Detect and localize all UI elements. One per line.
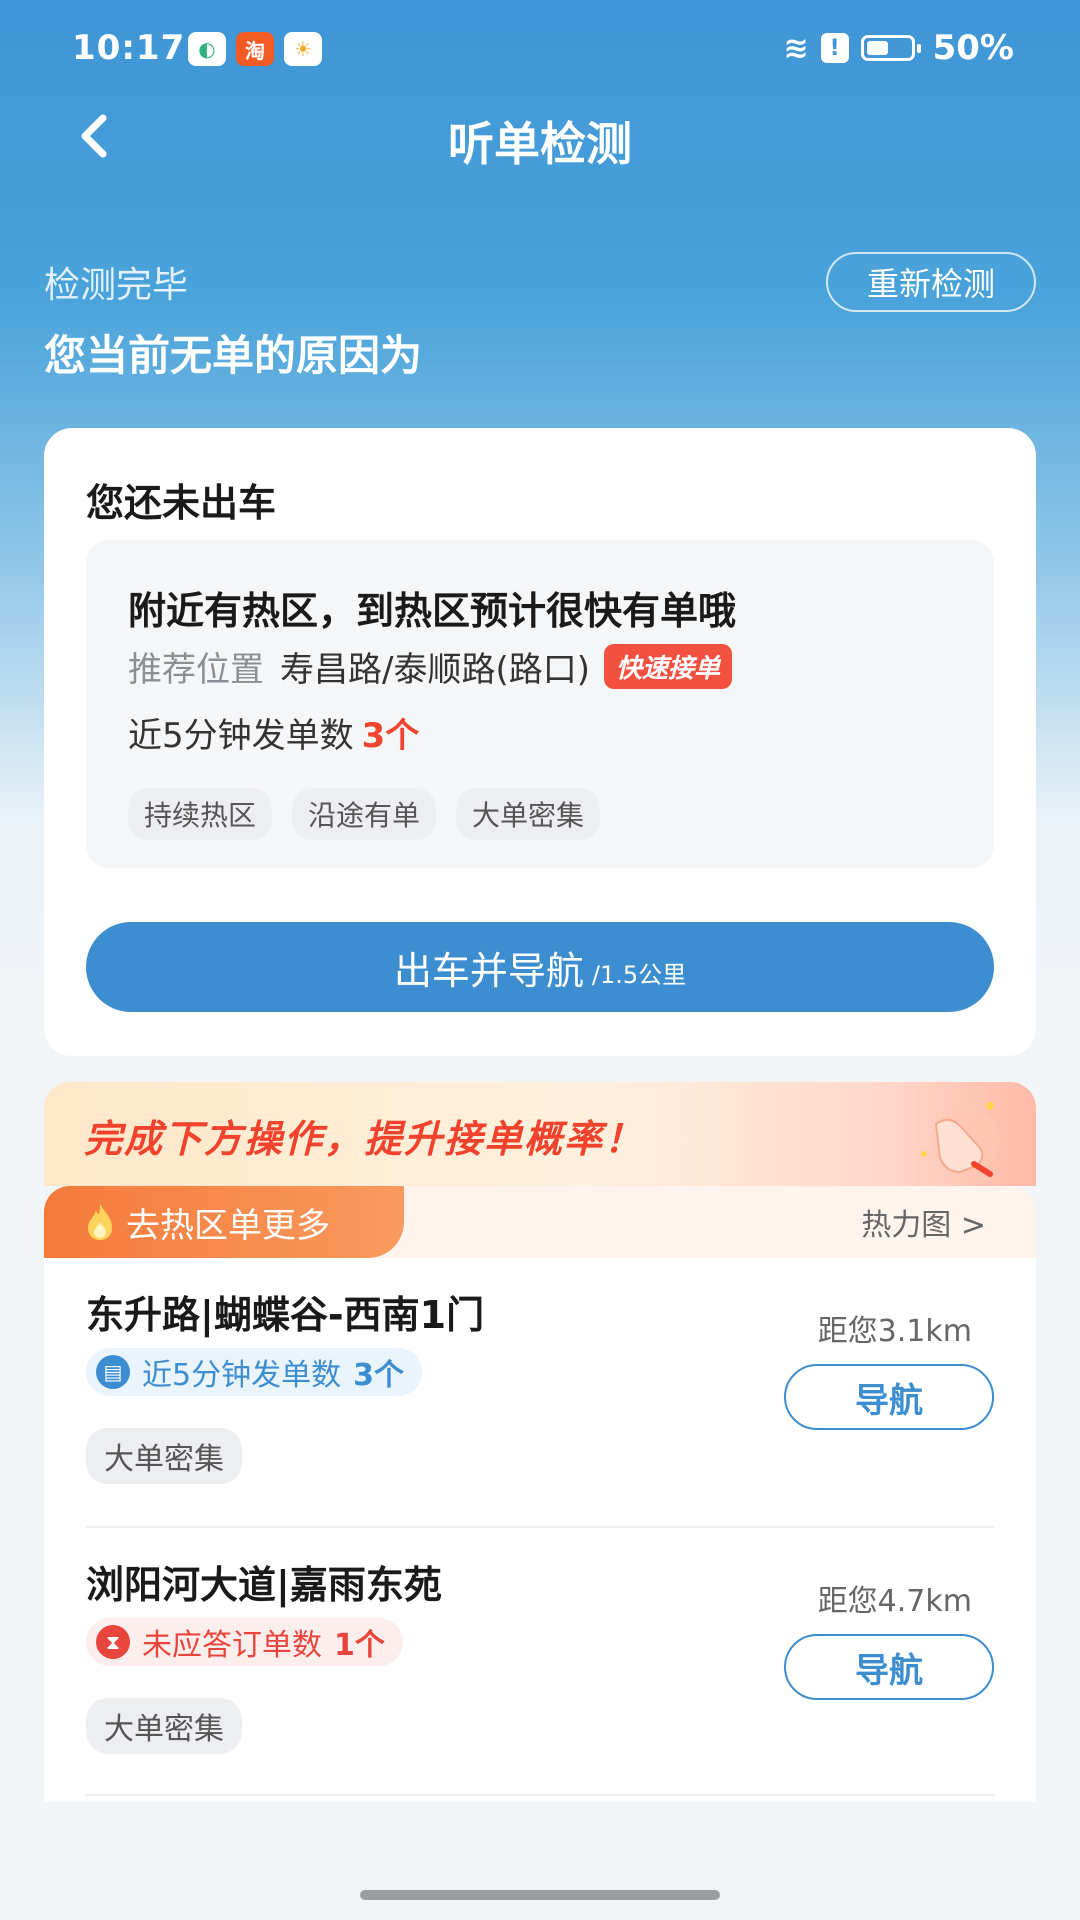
wifi-icon: ≋	[783, 30, 809, 66]
header: 听单检测	[0, 100, 1080, 180]
hotzone-header: 去热区单更多 热力图 >	[44, 1186, 1036, 1258]
hand-tap-icon	[921, 1102, 1000, 1177]
reason-card: 您还未出车 附近有热区，到热区预计很快有单哦 推荐位置 寿昌路/泰顺路(路口) …	[44, 428, 1036, 1056]
fast-order-badge: 快速接单	[603, 644, 732, 689]
metric-value: 3个	[353, 1358, 404, 1393]
hotzone-tab-label: 去热区单更多	[126, 1205, 330, 1246]
wechat-icon: ◐	[188, 32, 226, 66]
hotzone-tab[interactable]: 去热区单更多	[44, 1186, 404, 1258]
hourglass-icon: ⧗	[96, 1625, 130, 1659]
hotzone-tag: 大单密集	[86, 1428, 242, 1484]
hotzone-list: 去热区单更多 热力图 > 东升路|蝴蝶谷-西南1门 ▤ 近5分钟发单数 3个 大单…	[44, 1186, 1036, 1802]
detection-status: 检测完毕	[44, 265, 189, 306]
depart-navigate-label: 出车并导航	[393, 948, 584, 993]
recommendation-headline: 附近有热区，到热区预计很快有单哦	[128, 589, 737, 633]
promo-banner: 完成下方操作，提升接单概率！	[44, 1082, 1036, 1186]
recommended-location: 推荐位置 寿昌路/泰顺路(路口) 快速接单	[128, 642, 732, 691]
hotzone-distance: 距您4.7km	[817, 1584, 972, 1619]
hotzone-name: 浏阳河大道|嘉雨东苑	[86, 1563, 442, 1607]
alert-icon: !	[820, 33, 849, 63]
metric-label: 未应答订单数	[142, 1628, 322, 1663]
navigate-button[interactable]: 导航	[784, 1634, 994, 1700]
divider	[86, 1794, 994, 1796]
metric-label: 近5分钟发单数	[142, 1358, 342, 1393]
order-count-label: 近5分钟发单数	[128, 716, 354, 756]
list-item: 浏阳河大道|嘉雨东苑 ⧗ 未应答订单数 1个 大单密集 距您4.7km 导航	[86, 1528, 994, 1798]
card-title: 您还未出车	[86, 481, 277, 525]
promo-text: 完成下方操作，提升接单概率！	[84, 1117, 645, 1161]
location-label: 推荐位置	[128, 650, 264, 690]
order-count: 近5分钟发单数 3个	[128, 708, 419, 757]
hotzone-distance: 距您3.1km	[817, 1314, 972, 1349]
tag: 大单密集	[456, 788, 601, 840]
navigate-button[interactable]: 导航	[784, 1364, 994, 1430]
order-list-icon: ▤	[96, 1355, 130, 1389]
status-bar: 10:17 ◐ 淘 ☀ ≋ ! 50%	[0, 28, 1080, 72]
hotzone-name: 东升路|蝴蝶谷-西南1门	[86, 1293, 485, 1337]
hotzone-recommendation: 附近有热区，到热区预计很快有单哦 推荐位置 寿昌路/泰顺路(路口) 快速接单 近…	[86, 540, 994, 868]
taobao-icon: 淘	[236, 32, 274, 66]
weather-icon: ☀	[284, 32, 322, 66]
page-title: 听单检测	[448, 117, 632, 171]
hotzone-tag: 大单密集	[86, 1698, 242, 1754]
home-indicator[interactable]	[360, 1890, 720, 1900]
metric-value: 1个	[334, 1628, 385, 1663]
heatmap-link[interactable]: 热力图 >	[861, 1200, 986, 1244]
tag: 持续热区	[128, 788, 273, 840]
battery-level: 50%	[932, 28, 1014, 68]
depart-navigate-button[interactable]: 出车并导航 /1.5公里	[86, 922, 994, 1012]
fire-icon	[88, 1204, 112, 1240]
reason-title: 您当前无单的原因为	[44, 331, 423, 380]
battery-icon	[860, 35, 921, 61]
location-value: 寿昌路/泰顺路(路口)	[280, 650, 590, 690]
tag: 沿途有单	[292, 788, 437, 840]
hotzone-metric: ▤ 近5分钟发单数 3个	[86, 1348, 422, 1396]
tag-list: 持续热区 沿途有单 大单密集	[128, 788, 601, 840]
retest-button[interactable]: 重新检测	[826, 252, 1036, 312]
order-count-value: 3个	[361, 716, 420, 756]
depart-distance: /1.5公里	[591, 960, 687, 989]
hotzone-metric: ⧗ 未应答订单数 1个	[86, 1618, 403, 1666]
list-item: 东升路|蝴蝶谷-西南1门 ▤ 近5分钟发单数 3个 大单密集 距您3.1km 导航	[86, 1258, 994, 1528]
status-time: 10:17	[72, 28, 186, 68]
